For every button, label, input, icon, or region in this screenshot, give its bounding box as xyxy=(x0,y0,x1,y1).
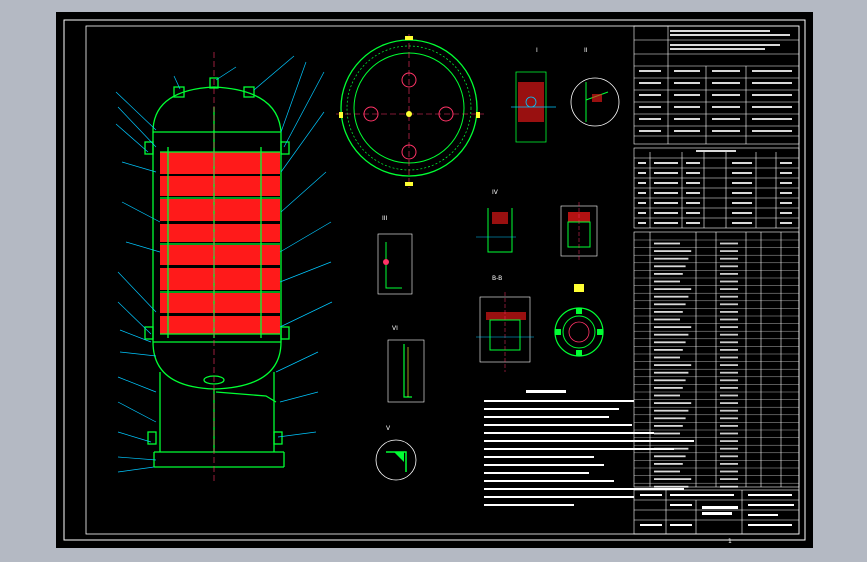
detail-iv: IV xyxy=(476,189,516,253)
detail-vi: VI xyxy=(387,325,425,403)
detail-weld: V xyxy=(375,425,417,481)
parts-row-material xyxy=(720,326,738,328)
parts-row-text xyxy=(654,379,686,382)
parts-row-text xyxy=(654,364,692,366)
detail-ii: II xyxy=(570,47,620,127)
parts-row-material xyxy=(720,303,738,306)
parts-row-text xyxy=(654,242,680,245)
parts-row-material xyxy=(720,341,738,344)
parts-list-rows xyxy=(634,239,799,488)
drawing-canvas: I II III IV B-B VI V 1 xyxy=(63,19,806,545)
parts-row-material xyxy=(720,432,738,435)
parts-row-material xyxy=(720,280,738,283)
parts-row-text xyxy=(654,478,692,480)
section-b-label: B-B xyxy=(492,275,502,282)
parts-row-material xyxy=(720,447,738,450)
parts-row-material xyxy=(720,311,738,313)
parts-row-text xyxy=(654,409,689,412)
parts-row-material xyxy=(720,273,738,275)
parts-row-material xyxy=(720,463,738,465)
parts-row-material xyxy=(720,295,738,298)
parts-row-text xyxy=(654,326,692,328)
parts-row-text xyxy=(654,250,692,252)
flange-plan xyxy=(554,284,604,357)
parts-row-text xyxy=(654,280,680,283)
page-mark: 1 xyxy=(728,538,732,545)
parts-row-material xyxy=(720,288,738,290)
section-top-view xyxy=(336,34,484,188)
detail-iii-label: III xyxy=(382,215,388,222)
parts-row-material xyxy=(720,409,738,412)
parts-row-text xyxy=(654,303,686,306)
detail-i-label: I xyxy=(536,47,538,54)
parts-row-material xyxy=(720,455,738,458)
parts-row-text xyxy=(654,387,683,389)
parts-row-text xyxy=(654,273,683,275)
parts-row-material xyxy=(720,440,738,442)
parts-row-material xyxy=(720,402,738,404)
parts-row-material xyxy=(720,478,738,480)
parts-row-material xyxy=(720,379,738,382)
parts-row-text xyxy=(654,288,692,290)
parts-row-text xyxy=(654,349,683,351)
parts-row-text xyxy=(654,295,689,298)
heating-coil-fill xyxy=(160,152,280,334)
parts-row-material xyxy=(720,265,738,268)
parts-row-material xyxy=(720,242,738,245)
parts-row-text xyxy=(654,341,686,344)
parts-row-material xyxy=(720,425,738,427)
parts-row-text xyxy=(654,447,689,450)
cad-viewport[interactable]: I II III IV B-B VI V 1 xyxy=(0,0,867,562)
parts-row-material xyxy=(720,257,738,260)
parts-row-material xyxy=(720,364,738,366)
parts-row-material xyxy=(720,356,738,359)
parts-row-text xyxy=(654,257,689,260)
detail-iv-label: IV xyxy=(492,189,499,196)
parts-row-text xyxy=(654,311,683,313)
parts-row-text xyxy=(654,402,692,404)
parts-row-material xyxy=(720,371,738,374)
parts-row-material xyxy=(720,250,738,252)
parts-row-material xyxy=(720,333,738,336)
vessel-elevation xyxy=(115,52,333,482)
parts-row-text xyxy=(654,318,680,321)
parts-row-material xyxy=(720,470,738,473)
drawing-sheet: I II III IV B-B VI V 1 xyxy=(56,12,813,548)
parts-row-text xyxy=(654,265,686,268)
parts-row-text xyxy=(654,425,683,427)
parts-row-text xyxy=(654,440,692,442)
parts-row-text xyxy=(654,455,686,458)
detail-iii: III xyxy=(377,215,413,295)
parts-row-material xyxy=(720,485,738,488)
parts-row-material xyxy=(720,349,738,351)
parts-row-material xyxy=(720,394,738,397)
parts-row-text xyxy=(654,485,689,488)
parts-row-text xyxy=(654,371,689,374)
detail-v-label: V xyxy=(386,425,391,432)
parts-row-material xyxy=(720,417,738,420)
parts-row-text xyxy=(654,463,683,465)
section-b-b: B-B xyxy=(476,275,534,372)
parts-row-text xyxy=(654,394,680,397)
parts-row-material xyxy=(720,318,738,321)
parts-row-text xyxy=(654,333,689,336)
detail-i: I xyxy=(511,47,556,143)
title-block xyxy=(633,25,800,535)
parts-row-text xyxy=(654,432,680,435)
detail-ii-label: II xyxy=(584,47,588,54)
parts-row-text xyxy=(654,417,686,420)
table-text xyxy=(638,30,792,224)
detail-vi-label: VI xyxy=(392,325,398,332)
detail-v xyxy=(560,202,598,260)
parts-row-text xyxy=(654,356,680,359)
parts-row-material xyxy=(720,387,738,389)
parts-row-text xyxy=(654,470,680,473)
